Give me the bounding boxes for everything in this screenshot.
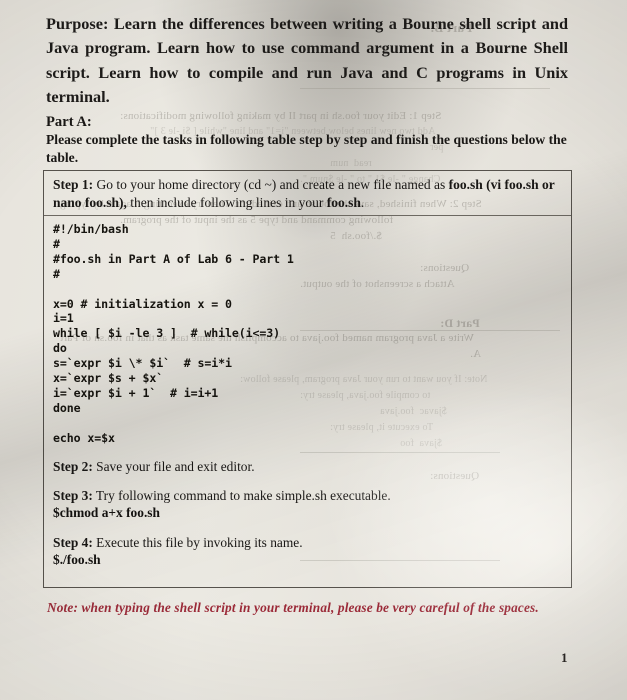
step2-label: Step 2: [53,458,93,474]
step1-text: Step 1: Go to your home directory (cd ~)… [53,176,564,211]
step1-text-before: Go to your home directory (cd ~) and cre… [93,177,449,192]
steps-table: Step 1: Go to your home directory (cd ~)… [43,170,572,588]
page-content: Purpose: Learn the differences between w… [0,0,627,700]
step4-block: Step 4: Execute this file by invoking it… [53,534,562,569]
step3-line: Step 3: Try following command to make si… [53,487,562,504]
step1-text-middle: then include following lines in your [126,194,327,210]
part-a-heading: Part A: [46,114,92,130]
page-number: 1 [561,650,568,665]
note-text: Note: when typing the shell script in yo… [47,600,567,616]
step1-cell: Step 1: Go to your home directory (cd ~)… [44,171,571,217]
step1-text-after: . [360,194,365,210]
step2-line: Step 2: Save your file and exit editor. [53,458,562,475]
step1-bold-filename-2: foo.sh [326,194,361,210]
shell-script-code: #!/bin/bash # #foo.sh in Part A of Lab 6… [53,222,294,445]
note-body: Note: when typing the shell script in yo… [47,600,499,615]
step4-text: Execute this file by invoking its name. [92,534,303,550]
step2-block: Step 2: Save your file and exit editor. [53,458,562,475]
step1-label: Step 1: [53,177,94,192]
part-a-description: Please complete the tasks in following t… [46,132,567,165]
note-emphasis: spaces [498,600,536,615]
step3-block: Step 3: Try following command to make si… [53,487,562,522]
document-page: Part B: Step 1: Edit your foo.sh in part … [0,0,627,700]
step3-command: $chmod a+x foo.sh [53,505,160,521]
steps-body-cell: #!/bin/bash # #foo.sh in Part A of Lab 6… [44,214,571,587]
purpose-paragraph: Purpose: Learn the differences between w… [46,14,568,107]
note-period: . [535,600,539,615]
step4-line: Step 4: Execute this file by invoking it… [53,534,562,551]
step2-text: Save your file and exit editor. [92,458,255,474]
step4-command: $./foo.sh [53,552,101,568]
step3-text: Try following command to make simple.sh … [92,488,391,503]
step4-label: Step 4: [53,534,93,550]
step3-label: Step 3: [53,488,93,503]
